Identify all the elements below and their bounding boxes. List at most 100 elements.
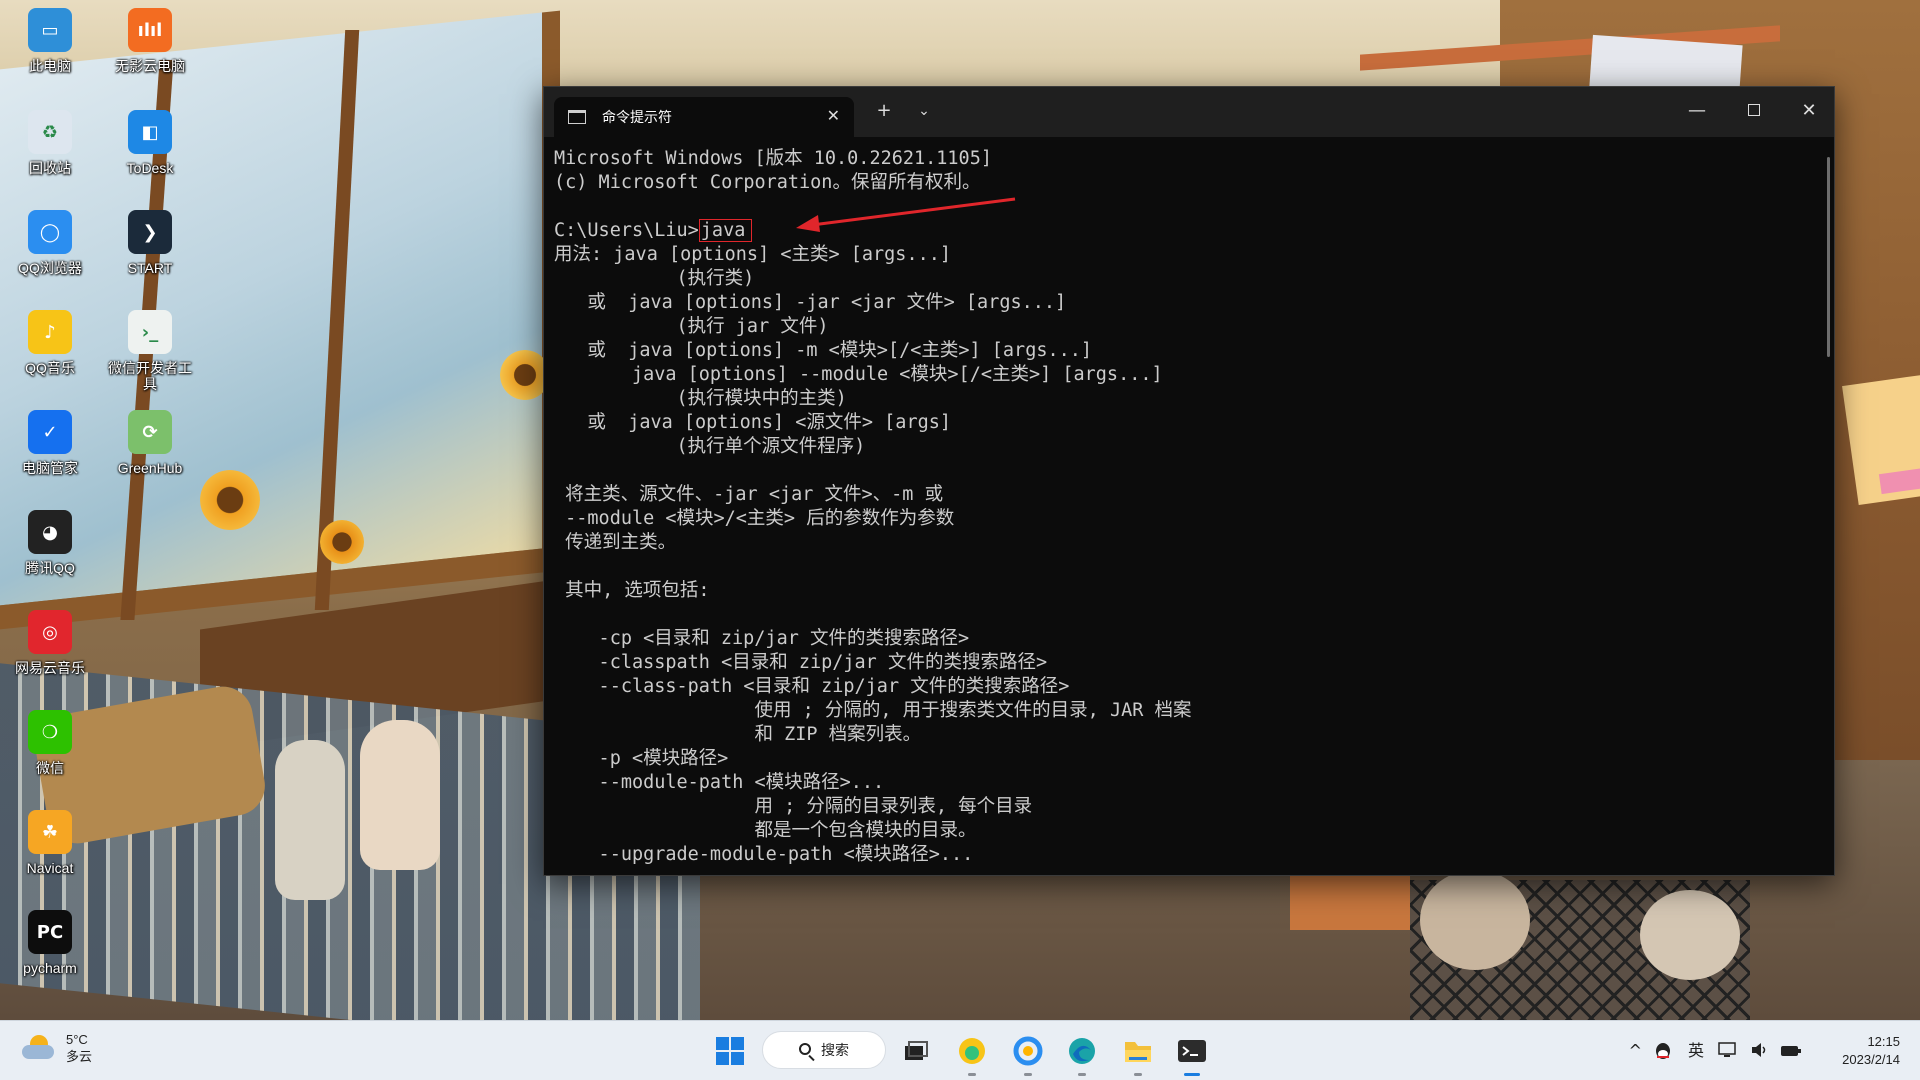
battery-icon[interactable]	[1780, 1041, 1802, 1064]
desktop-icon[interactable]: ❍ 微信	[2, 710, 98, 776]
desktop-icon[interactable]: ›_ 微信开发者工具	[102, 310, 198, 392]
app-icon: ◕	[28, 510, 72, 554]
network-icon[interactable]	[1718, 1041, 1738, 1064]
console-line: 或 java [options] -m <模块>[/<主类>] [args...…	[554, 340, 1093, 361]
input-method-indicator[interactable]: 英	[1688, 1041, 1704, 1061]
partly-cloudy-icon	[22, 1035, 56, 1061]
wallpaper-sunflower	[200, 470, 260, 530]
console-line: 用法: java [options] <主类> [args...]	[554, 244, 952, 265]
search-label: 搜索	[821, 1042, 849, 1058]
tab-title: 命令提示符	[602, 109, 672, 125]
search-icon	[799, 1043, 811, 1055]
console-line: --upgrade-module-path <模块路径>...	[554, 844, 974, 865]
weather-temperature: 5°C	[66, 1032, 88, 1047]
wallpaper-sunflower	[320, 520, 364, 564]
desktop-icon[interactable]: ◧ ToDesk	[102, 110, 198, 176]
running-indicator	[968, 1073, 976, 1076]
console-line: 或 java [options] <源文件> [args]	[554, 412, 952, 433]
desktop-icon[interactable]: ▭ 此电脑	[2, 8, 98, 74]
console-line: (执行单个源文件程序)	[554, 436, 866, 457]
desktop-icon-label: 无影云电脑	[115, 58, 185, 74]
console-line: 使用 ; 分隔的, 用于搜索类文件的目录, JAR 档案	[554, 700, 1192, 721]
app-icon: ❯	[128, 210, 172, 254]
running-indicator	[1078, 1073, 1086, 1076]
taskbar-edge[interactable]	[1064, 1033, 1100, 1076]
close-button[interactable]: ✕	[1789, 101, 1829, 121]
app-icon: PC	[28, 910, 72, 954]
desktop-icon[interactable]: ☘ Navicat	[2, 810, 98, 876]
desktop-icon[interactable]: ◕ 腾讯QQ	[2, 510, 98, 576]
desktop-icon-label: GreenHub	[117, 460, 183, 476]
console-line: --module <模块>/<主类> 后的参数作为参数	[554, 508, 955, 529]
maximize-icon	[1748, 104, 1760, 116]
minimize-button[interactable]: —	[1677, 101, 1717, 121]
console-line: 将主类、源文件、-jar <jar 文件>、-m 或	[554, 484, 944, 505]
taskbar-terminal[interactable]	[1174, 1033, 1210, 1076]
folder-icon	[1125, 1042, 1151, 1062]
desktop-icon[interactable]: ◯ QQ浏览器	[2, 210, 98, 276]
console-line: (执行类)	[554, 268, 755, 289]
console-line: (执行 jar 文件)	[554, 316, 829, 337]
taskbar-clock[interactable]: 12:15 2023/2/14	[1842, 1033, 1900, 1069]
running-indicator	[1134, 1073, 1142, 1076]
qq-browser-icon	[1013, 1036, 1043, 1066]
desktop-icon[interactable]: ♪ QQ音乐	[2, 310, 98, 376]
taskbar-search-box[interactable]: 搜索	[762, 1031, 886, 1069]
console-line: Microsoft Windows [版本 10.0.22621.1105]	[554, 148, 992, 169]
wallpaper-teddy-bear	[1640, 890, 1740, 980]
taskbar-qq-music[interactable]	[954, 1033, 990, 1076]
desktop-icon-label: 微信	[36, 760, 64, 776]
desktop-icon[interactable]: ⟳ GreenHub	[102, 410, 198, 476]
console-line: java [options] --module <模块>[/<主类>] [arg…	[554, 364, 1163, 385]
task-view-button[interactable]	[898, 1033, 934, 1069]
app-icon: ›_	[128, 310, 172, 354]
desktop-icon-label: pycharm	[23, 960, 77, 976]
qq-music-icon	[959, 1038, 985, 1064]
desktop-icon[interactable]: ❯ START	[102, 210, 198, 276]
tab-command-prompt[interactable]: 命令提示符 ✕	[554, 97, 854, 137]
desktop-icon-label: 网易云音乐	[15, 660, 85, 676]
desktop-icon[interactable]: ılıl 无影云电脑	[102, 8, 198, 74]
start-button[interactable]	[712, 1033, 748, 1069]
console-prompt: C:\Users\Liu>	[554, 220, 699, 241]
app-icon: ☘	[28, 810, 72, 854]
console-line: 用 ; 分隔的目录列表, 每个目录	[554, 796, 1033, 817]
console-line: 都是一个包含模块的目录。	[554, 820, 977, 841]
task-view-icon	[905, 1041, 928, 1060]
app-icon: ✓	[28, 410, 72, 454]
app-icon: ◯	[28, 210, 72, 254]
app-icon: ▭	[28, 8, 72, 52]
console-line: C:\Users\Liu> java	[554, 219, 1804, 243]
desktop-icon-label: Navicat	[26, 860, 74, 876]
desktop-icon[interactable]: ✓ 电脑管家	[2, 410, 98, 476]
desktop-icon-label: 电脑管家	[22, 460, 78, 476]
volume-icon[interactable]	[1750, 1041, 1768, 1064]
terminal-window[interactable]: 命令提示符 ✕ + ⌄ — ✕ Microsoft Windows [版本 10…	[543, 86, 1835, 876]
tab-dropdown-button[interactable]: ⌄	[909, 101, 939, 121]
qq-tray-icon[interactable]	[1654, 1041, 1672, 1066]
desktop-icon[interactable]: PC pycharm	[2, 910, 98, 976]
taskbar-qq-browser[interactable]	[1010, 1033, 1046, 1076]
console-line: -p <模块路径>	[554, 748, 729, 769]
terminal-titlebar[interactable]: 命令提示符 ✕ + ⌄ — ✕	[544, 87, 1834, 137]
desktop-icon[interactable]: ♻ 回收站	[2, 110, 98, 176]
console-scrollbar[interactable]	[1827, 157, 1830, 357]
console-line: (执行模块中的主类)	[554, 388, 847, 409]
show-hidden-icons-chevron-icon[interactable]: ^	[1629, 1041, 1642, 1061]
taskbar-file-explorer[interactable]	[1120, 1033, 1156, 1076]
desktop-icon-label: 腾讯QQ	[25, 560, 75, 576]
console-output[interactable]: Microsoft Windows [版本 10.0.22621.1105] (c…	[554, 147, 1804, 867]
desktop-icon[interactable]: ◎ 网易云音乐	[2, 610, 98, 676]
new-tab-button[interactable]: +	[869, 101, 899, 121]
app-icon: ⟳	[128, 410, 172, 454]
taskbar: 5°C 多云 搜索 ^ 英 12:15 2023/2/14	[0, 1020, 1920, 1080]
terminal-icon	[1178, 1040, 1206, 1062]
tab-close-icon[interactable]: ✕	[827, 107, 840, 125]
weather-widget[interactable]: 5°C 多云	[22, 1031, 92, 1065]
wallpaper-doll	[360, 720, 440, 870]
running-indicator	[1024, 1073, 1032, 1076]
maximize-button[interactable]	[1734, 101, 1774, 121]
desktop-icon-label: ToDesk	[126, 160, 174, 176]
